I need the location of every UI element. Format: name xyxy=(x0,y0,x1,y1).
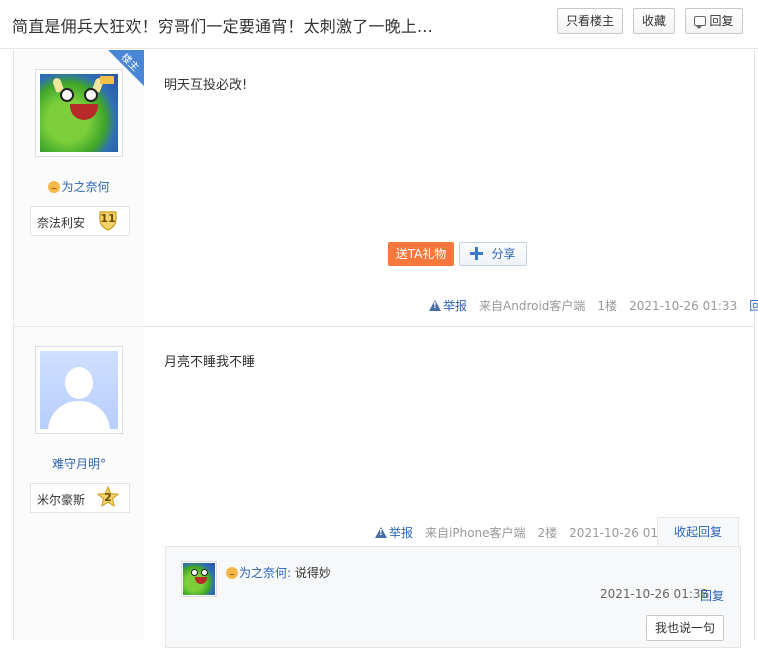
sub-reply-text: 说得妙 xyxy=(294,566,331,580)
level-badge[interactable]: 米尔豪斯 2 xyxy=(30,483,130,513)
level-number: 2 xyxy=(104,491,112,504)
reply-button-label: 回复 xyxy=(709,14,734,28)
avatar-image xyxy=(183,563,215,595)
author-name-text: 为之奈何 xyxy=(61,180,110,194)
collapse-replies-button[interactable]: 收起回复 xyxy=(657,517,739,547)
warning-icon xyxy=(429,300,441,311)
favorite-button[interactable]: 收藏 xyxy=(633,8,675,34)
report-link[interactable]: 举报 xyxy=(429,299,467,313)
author-name[interactable]: 为之奈何 xyxy=(14,178,144,195)
level-star-icon: 2 xyxy=(96,485,120,508)
floor-number: 2楼 xyxy=(537,526,558,540)
post-text: 明天互投必改! xyxy=(164,78,248,93)
send-gift-button[interactable]: 送TA礼物 xyxy=(388,242,454,266)
floor-number: 1楼 xyxy=(597,299,618,313)
only-owner-button[interactable]: 只看楼主 xyxy=(557,8,623,34)
reply-icon xyxy=(694,16,707,29)
thread-header: 简直是佣兵大狂欢！穷哥们一定要通宵！太刺激了一晚上... 只看楼主 收藏 回复 xyxy=(0,0,758,49)
level-shield-icon: 11 xyxy=(97,209,119,231)
author-name[interactable]: 难守月明° xyxy=(14,455,144,472)
level-badge[interactable]: 奈法利安 11 xyxy=(30,206,130,236)
post-floor-1: 楼主 为之奈何 奈法利安 11 明天互投必改! 送TA礼物 分享 举报来自And… xyxy=(13,50,758,327)
badge-name: 奈法利安 xyxy=(37,216,86,230)
level-number: 11 xyxy=(100,212,116,225)
post-tail: 举报来自Android客户端 1楼 2021-10-26 01:33 回复 xyxy=(429,297,758,314)
say-something-button[interactable]: 我也说一句 xyxy=(646,615,724,641)
source-client: 来自Android客户端 xyxy=(479,299,586,313)
report-link[interactable]: 举报 xyxy=(375,526,413,540)
post-content: 明天互投必改! 送TA礼物 分享 举报来自Android客户端 1楼 2021-10… xyxy=(145,50,758,326)
post-tail: 举报来自iPhone客户端2楼2021-10-26 01:35 xyxy=(375,524,677,541)
source-client: 来自iPhone客户端 xyxy=(425,526,526,540)
sub-reply-avatar[interactable] xyxy=(181,561,217,597)
default-avatar-icon xyxy=(40,351,118,429)
post-time: 2021-10-26 01:33 xyxy=(629,299,738,313)
share-label: 分享 xyxy=(491,247,516,261)
floor-reply-link[interactable]: 回复 xyxy=(749,299,758,313)
post-text: 月亮不睡我不睡 xyxy=(164,355,256,370)
warning-icon xyxy=(375,527,387,538)
sub-reply-panel: 为之奈何: 说得妙 2021-10-26 01:38 回复 我也说一句 xyxy=(165,546,741,648)
sub-reply-time: 2021-10-26 01:38 xyxy=(600,587,709,601)
author-sidebar: 楼主 为之奈何 奈法利安 11 xyxy=(14,50,144,326)
post-content: 月亮不睡我不睡 举报来自iPhone客户端2楼2021-10-26 01:35 … xyxy=(145,327,754,648)
avatar-image xyxy=(40,74,118,152)
sad-face-icon xyxy=(226,567,238,579)
avatar[interactable] xyxy=(35,346,123,434)
author-sidebar: 难守月明° 米尔豪斯 2 xyxy=(14,327,144,640)
sub-reply-line: 为之奈何: 说得妙 xyxy=(226,564,331,581)
plus-icon xyxy=(470,247,484,260)
badge-name: 米尔豪斯 xyxy=(37,493,86,507)
thread-title: 简直是佣兵大狂欢！穷哥们一定要通宵！太刺激了一晚上... xyxy=(12,17,433,36)
sub-reply-reply-link[interactable]: 回复 xyxy=(700,587,724,604)
sad-face-icon xyxy=(48,181,61,193)
post-floor-2: 难守月明° 米尔豪斯 2 月亮不睡我不睡 举报来自iPhone客户端 2楼 2021… xyxy=(13,327,755,648)
share-button[interactable]: 分享 xyxy=(459,242,527,266)
sub-reply-author[interactable]: 为之奈何: xyxy=(239,566,291,580)
reply-button[interactable]: 回复 xyxy=(685,8,743,34)
